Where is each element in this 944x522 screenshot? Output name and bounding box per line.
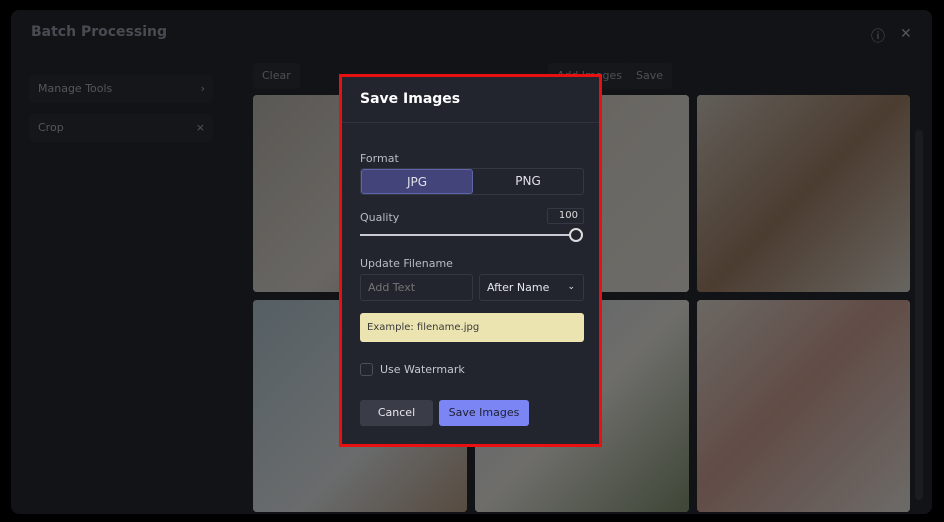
clear-button[interactable]: Clear <box>253 63 300 89</box>
save-button[interactable]: Save <box>627 63 673 89</box>
save-images-button[interactable]: Save Images <box>439 400 529 426</box>
cancel-button[interactable]: Cancel <box>360 400 433 426</box>
format-label: Format <box>360 152 399 165</box>
quality-label: Quality <box>360 211 400 224</box>
selected-option: After Name <box>487 281 550 294</box>
save-images-dialog: Save Images Format JPG PNG Quality 100 U… <box>339 74 602 447</box>
watermark-checkbox[interactable] <box>360 363 373 376</box>
filename-position-select[interactable]: After Name ⌄ <box>479 274 584 301</box>
scrollbar[interactable] <box>915 130 923 500</box>
watermark-label[interactable]: Use Watermark <box>380 363 465 376</box>
update-filename-label: Update Filename <box>360 257 453 270</box>
quality-value-input[interactable]: 100 <box>547 208 584 224</box>
dialog-title: Save Images <box>342 77 599 123</box>
image-thumbnail[interactable] <box>697 300 910 512</box>
close-icon[interactable]: ✕ <box>900 26 912 42</box>
format-png-option[interactable]: PNG <box>473 169 583 194</box>
format-jpg-option[interactable]: JPG <box>361 169 473 194</box>
filename-example: Example: filename.jpg <box>360 313 584 342</box>
sidebar-item-manage-tools[interactable]: Manage Tools › <box>29 75 213 103</box>
sidebar-item-crop[interactable]: Crop × <box>29 114 213 142</box>
info-icon[interactable]: ⓘ <box>871 26 885 46</box>
quality-slider-track[interactable] <box>360 234 578 236</box>
chevron-down-icon: ⌄ <box>567 282 575 292</box>
window-title: Batch Processing <box>31 24 167 40</box>
sidebar-item-label: Crop <box>38 121 64 134</box>
format-toggle: JPG PNG <box>360 168 584 195</box>
filename-text-input[interactable] <box>360 274 473 301</box>
chevron-right-icon: › <box>200 82 205 95</box>
sidebar-item-label: Manage Tools <box>38 82 113 95</box>
quality-slider-thumb[interactable] <box>569 228 583 242</box>
remove-crop-icon[interactable]: × <box>196 114 205 142</box>
image-thumbnail[interactable] <box>697 95 910 292</box>
